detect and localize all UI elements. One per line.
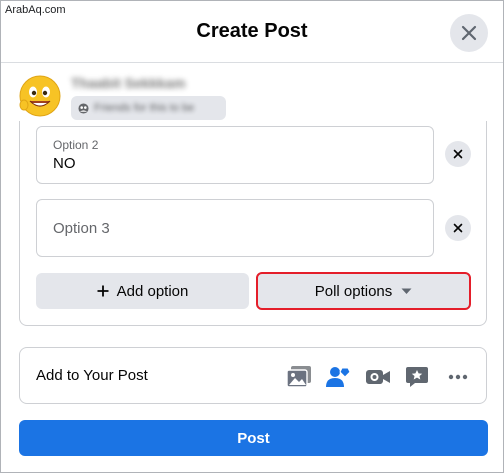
dialog-header: Create Post: [1, 1, 503, 63]
audience-selector[interactable]: Friends for this to be: [71, 96, 226, 120]
poll-option-2-value: NO: [53, 155, 76, 172]
feeling-button[interactable]: [402, 362, 432, 392]
tag-people-button[interactable]: [323, 362, 353, 392]
post-button[interactable]: Post: [19, 420, 488, 456]
caret-down-icon: [401, 288, 412, 295]
remove-option-3-button[interactable]: [445, 215, 471, 241]
dialog-title: Create Post: [196, 20, 308, 42]
close-button[interactable]: [450, 14, 488, 52]
add-to-post-label: Add to Your Post: [36, 367, 148, 384]
poll-option-2-field[interactable]: Option 2 NO: [36, 126, 434, 184]
poll-option-3-field[interactable]: Option 3: [36, 199, 434, 257]
add-option-button[interactable]: Add option: [36, 273, 249, 309]
live-video-icon: [366, 370, 390, 384]
poll-options-label: Poll options: [314, 282, 393, 300]
live-video-button[interactable]: [363, 362, 393, 392]
friends-icon: [78, 102, 89, 114]
poll-option-2-label: Option 2: [53, 138, 99, 152]
more-icon: [448, 374, 468, 380]
feeling-icon: [406, 367, 428, 387]
author-row: Thaabit Sekkkam Friends for this to be: [19, 73, 319, 123]
remove-option-2-button[interactable]: [445, 141, 471, 167]
post-button-label: Post: [237, 429, 270, 447]
close-icon: [453, 223, 463, 233]
poll-option-3-placeholder: Option 3: [53, 220, 110, 237]
photo-video-icon: [286, 366, 311, 388]
more-button[interactable]: [443, 362, 473, 392]
add-to-post-bar: Add to Your Post: [19, 347, 487, 404]
audience-label: Friends for this to be: [94, 102, 195, 114]
tag-people-icon: [326, 367, 351, 387]
close-icon: [461, 25, 477, 41]
poll-options-button[interactable]: Poll options: [256, 272, 471, 310]
avatar: [19, 75, 61, 117]
create-post-dialog: Create Post ArabAq.com Thaabit Sekkkam F…: [0, 0, 504, 473]
plus-icon: [97, 285, 109, 297]
author-name: Thaabit Sekkkam: [71, 75, 186, 91]
watermark: ArabAq.com: [5, 4, 66, 16]
close-icon: [453, 149, 463, 159]
add-option-label: Add option: [116, 282, 189, 300]
photo-video-button[interactable]: [284, 362, 314, 392]
